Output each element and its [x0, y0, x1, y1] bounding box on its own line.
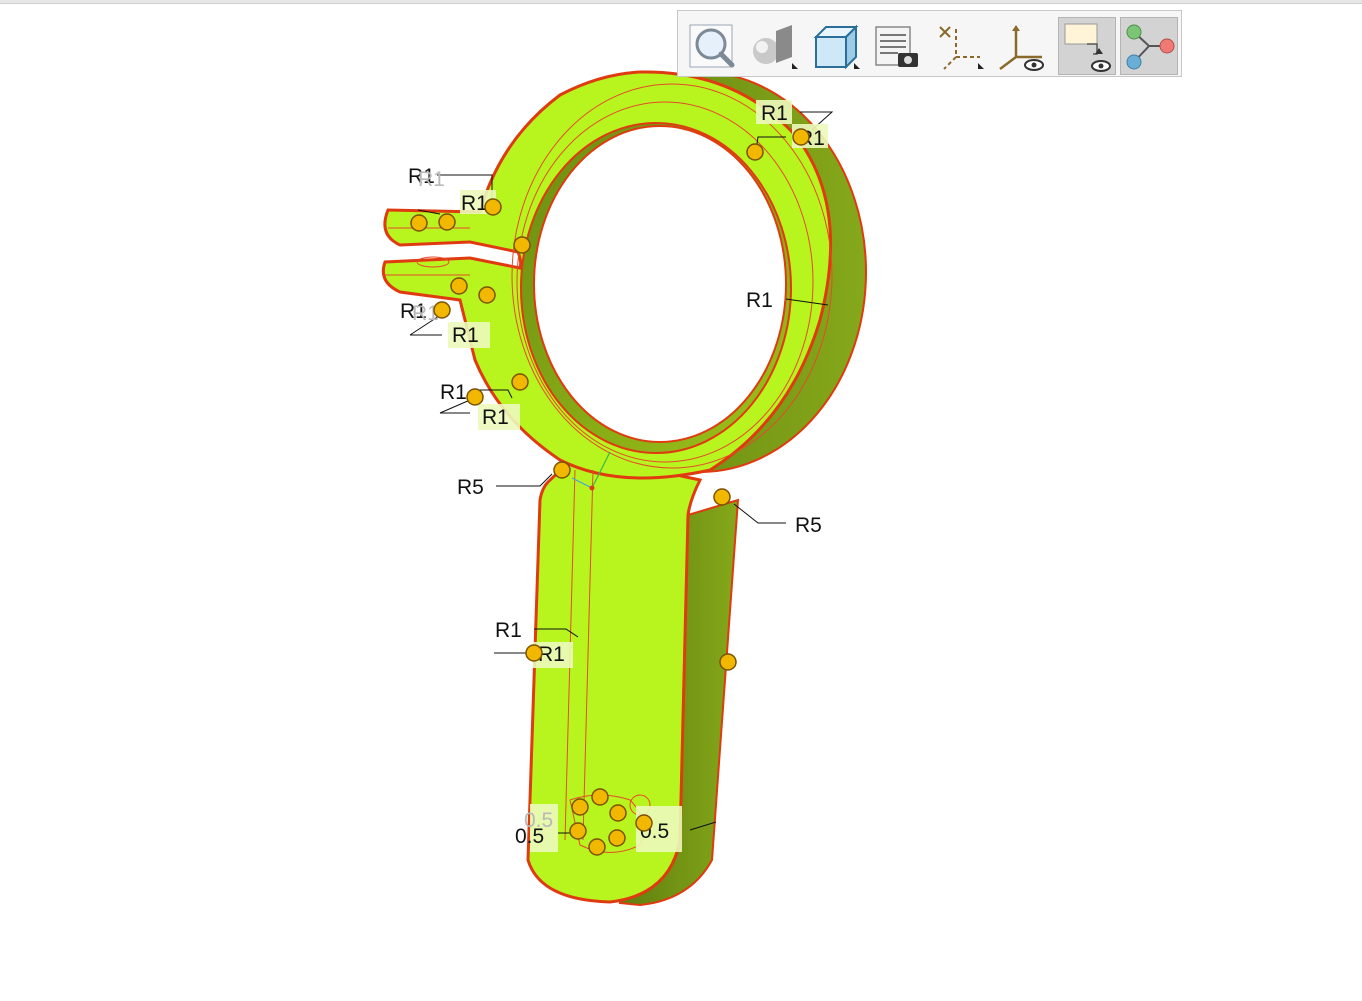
drag-handle	[713, 488, 731, 506]
dimension-r1-lug-d: R1	[452, 324, 479, 347]
saved-views-button[interactable]	[806, 17, 864, 75]
list-camera-icon	[875, 26, 918, 67]
dimension-r1-ring-inner: R1	[746, 289, 773, 312]
dimension-r1-lug-ghost: R1	[418, 168, 445, 191]
view-toolbar	[677, 10, 1182, 77]
dimension-r1-top-a: R1	[761, 102, 788, 125]
drag-handle	[438, 213, 456, 231]
drag-handle	[571, 798, 589, 816]
annotation-list-button[interactable]	[868, 17, 926, 75]
drag-handle	[484, 198, 502, 216]
model-viewport[interactable]: R1 R1 R1 R1 R1 R1 R1 R1 R1 R1 R1 R1 R5 R…	[0, 0, 1362, 1001]
drag-handle	[609, 804, 627, 822]
csys-eye-icon	[999, 25, 1044, 71]
annotation-eye-icon	[1064, 23, 1111, 72]
drag-handle	[553, 461, 571, 479]
zoom-fit-button[interactable]	[682, 17, 740, 75]
dimension-r1-neck-b: R1	[482, 406, 509, 429]
part-solid[interactable]	[381, 70, 867, 907]
dimension-r1-lug-b: R1	[461, 192, 488, 215]
annotation-display-button[interactable]	[1058, 17, 1116, 75]
drag-handle	[719, 653, 737, 671]
magnifier-icon	[689, 24, 735, 68]
drag-handle	[746, 143, 764, 161]
coordinate-system-button[interactable]	[992, 17, 1050, 75]
dimension-r1-neck-a: R1	[440, 381, 467, 404]
drag-handle	[433, 301, 451, 319]
drag-handle	[569, 822, 587, 840]
dimension-r5-left: R5	[457, 476, 484, 499]
datum-axes-icon	[939, 26, 984, 70]
drag-handle	[511, 373, 529, 391]
drag-handle	[525, 644, 543, 662]
drag-handle	[466, 388, 484, 406]
drag-handle	[450, 277, 468, 295]
dimension-0-5-left: 0.5	[515, 825, 544, 848]
node-tree-icon	[1126, 24, 1175, 70]
dimension-r1-handle-a: R1	[495, 619, 522, 642]
drag-handle	[513, 236, 531, 254]
drag-handle	[635, 814, 653, 832]
cube-view-icon	[813, 24, 860, 70]
drag-handle	[410, 214, 428, 232]
drag-handle	[608, 829, 626, 847]
drag-handle	[591, 788, 609, 806]
display-style-button[interactable]	[744, 17, 802, 75]
shaded-sphere-icon	[753, 25, 798, 69]
model-tree-button[interactable]	[1120, 17, 1178, 75]
drag-handle	[478, 286, 496, 304]
datum-display-button[interactable]	[930, 17, 988, 75]
dimension-r5-right: R5	[795, 514, 822, 537]
drag-handle	[588, 838, 606, 856]
drag-handle	[792, 128, 810, 146]
